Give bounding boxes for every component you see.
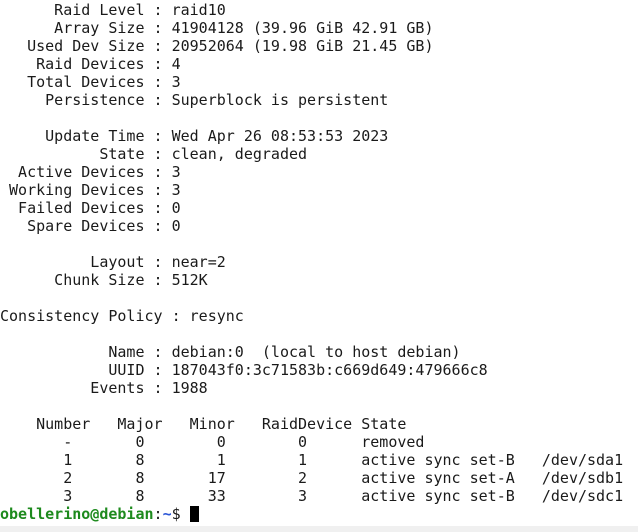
terminal-output: Raid Level : raid10 Array Size : 4190412…	[0, 1, 623, 505]
terminal-output-line: 3 8 33 3 active sync set-B /dev/sdc1	[0, 487, 624, 505]
terminal-output-line: Spare Devices : 0	[0, 217, 181, 235]
terminal-output-line: Working Devices : 3	[0, 181, 181, 199]
terminal-output-line: Raid Devices : 4	[0, 55, 181, 73]
terminal-output-line: 2 8 17 2 active sync set-A /dev/sdb1	[0, 469, 624, 487]
terminal-window[interactable]: Raid Level : raid10 Array Size : 4190412…	[0, 0, 638, 532]
terminal-bottom-edge	[0, 526, 638, 532]
terminal-output-line: Name : debian:0 (local to host debian)	[0, 343, 461, 361]
terminal-output-line: Persistence : Superblock is persistent	[0, 91, 389, 109]
terminal-output-line: 1 8 1 1 active sync set-B /dev/sda1	[0, 451, 624, 469]
terminal-output-line: Chunk Size : 512K	[0, 271, 208, 289]
terminal-output-line: Failed Devices : 0	[0, 199, 181, 217]
terminal-output-line: Total Devices : 3	[0, 73, 181, 91]
terminal-output-line: Update Time : Wed Apr 26 08:53:53 2023	[0, 127, 389, 145]
terminal-output-line: Used Dev Size : 20952064 (19.98 GiB 21.4…	[0, 37, 434, 55]
terminal-output-line: Number Major Minor RaidDevice State	[0, 415, 407, 433]
shell-prompt-line[interactable]: obellerino@debian:~$	[0, 505, 199, 523]
terminal-output-line: Consistency Policy : resync	[0, 307, 244, 325]
prompt-symbol: $	[171, 505, 190, 523]
prompt-user-host: obellerino@debian	[0, 505, 154, 523]
terminal-output-line: State : clean, degraded	[0, 145, 308, 163]
terminal-output-line: Events : 1988	[0, 379, 208, 397]
terminal-output-line: Raid Level : raid10	[0, 1, 226, 19]
terminal-output-line: Active Devices : 3	[0, 163, 181, 181]
terminal-output-line: Array Size : 41904128 (39.96 GiB 42.91 G…	[0, 19, 434, 37]
text-cursor	[189, 506, 199, 522]
terminal-output-line: Layout : near=2	[0, 253, 226, 271]
prompt-path: ~	[162, 505, 172, 523]
terminal-output-line: - 0 0 0 removed	[0, 433, 425, 451]
prompt-separator: :	[153, 505, 163, 523]
terminal-output-line: UUID : 187043f0:3c71583b:c669d649:479666…	[0, 361, 488, 379]
